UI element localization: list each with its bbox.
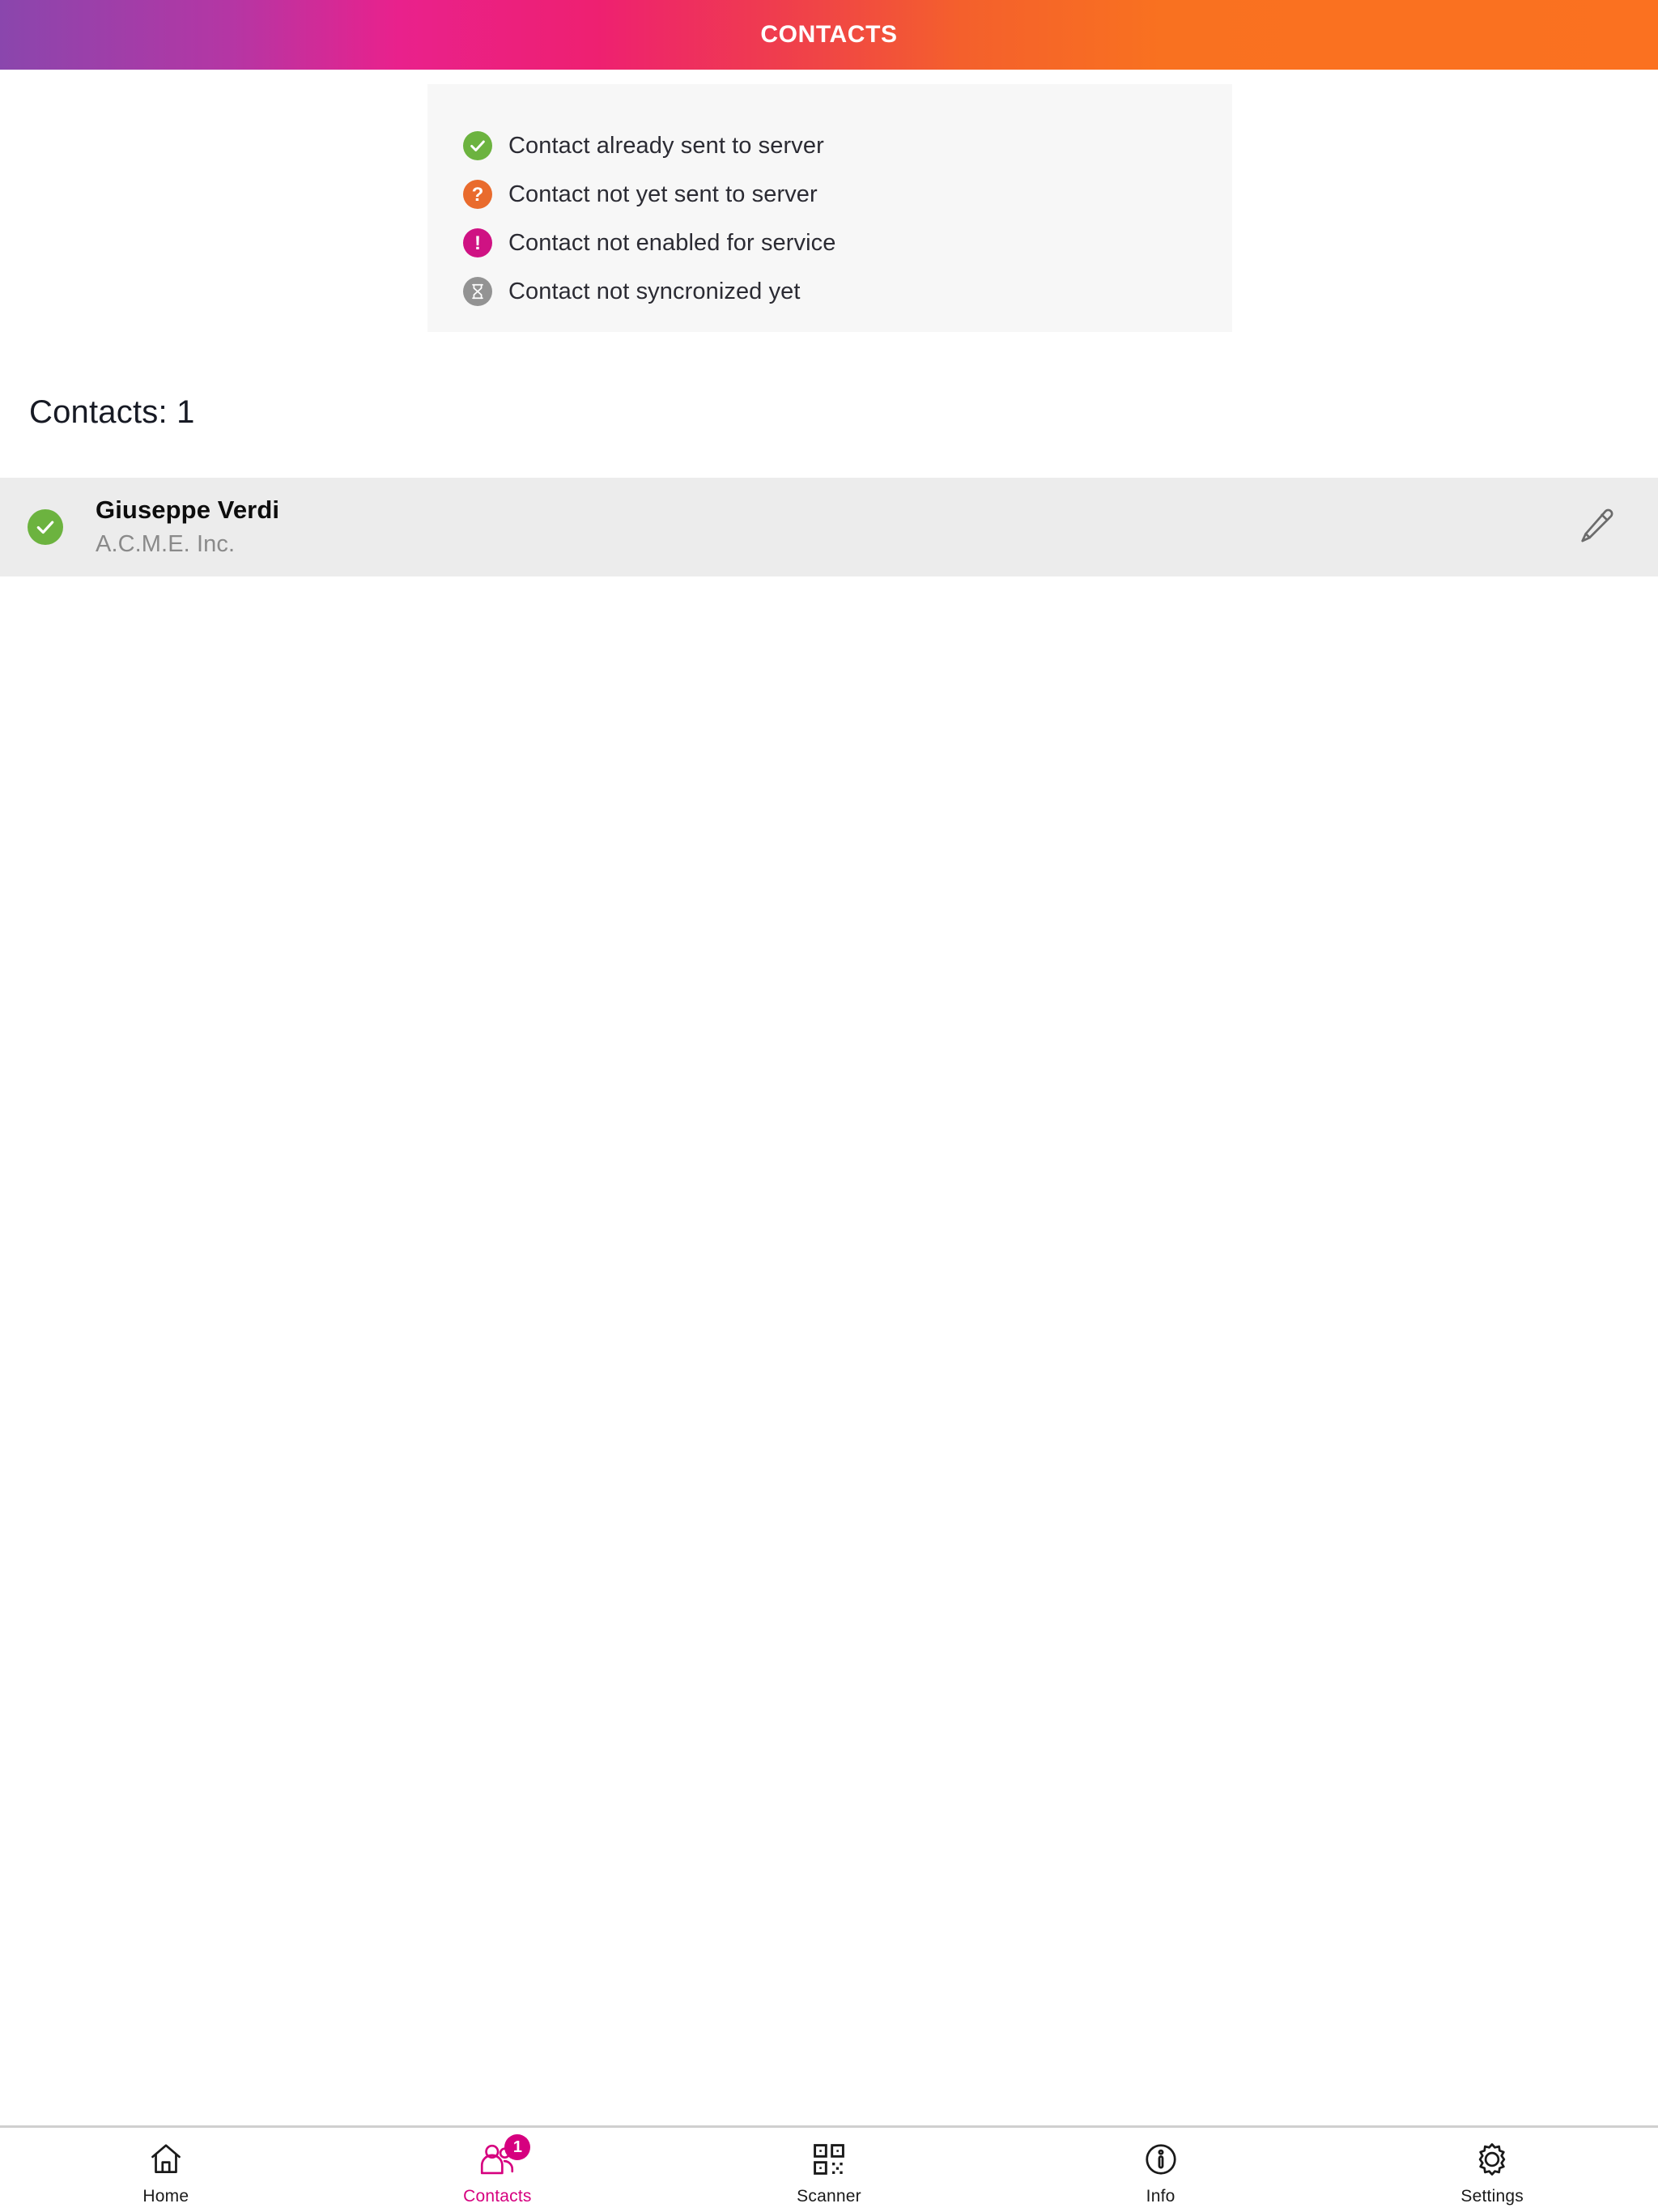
nav-item-label: Settings: [1460, 2187, 1524, 2206]
svg-text:?: ?: [472, 184, 484, 206]
legend-item-label: Contact not enabled for service: [508, 229, 836, 256]
hourglass-circle-icon: [463, 277, 492, 306]
contact-name: Giuseppe Verdi: [96, 495, 280, 524]
gear-icon: [1469, 2138, 1516, 2181]
qr-code-icon: [806, 2138, 852, 2181]
contact-list: Giuseppe Verdi A.C.M.E. Inc.: [0, 478, 1658, 576]
nav-item-label: Scanner: [797, 2187, 861, 2206]
contacts-count-heading: Contacts: 1: [29, 394, 195, 430]
bottom-navigation-bar: Home 1 Contacts Scanner Info Settings: [0, 2125, 1658, 2212]
nav-item-home[interactable]: Home: [0, 2128, 332, 2206]
check-circle-icon: [28, 509, 63, 545]
contact-company: A.C.M.E. Inc.: [96, 530, 236, 557]
legend-item-not-yet-sent: ? Contact not yet sent to server: [463, 170, 1232, 219]
contact-text-block: Giuseppe Verdi A.C.M.E. Inc.: [96, 495, 1571, 559]
question-circle-icon: ?: [463, 180, 492, 209]
check-circle-icon: [463, 131, 492, 160]
nav-item-settings[interactable]: Settings: [1326, 2128, 1658, 2206]
legend-item-label: Contact not yet sent to server: [508, 181, 818, 207]
contacts-badge-count: 1: [504, 2134, 531, 2160]
legend-item-not-enabled: ! Contact not enabled for service: [463, 219, 1232, 267]
status-legend-card: Contact already sent to server ? Contact…: [427, 84, 1232, 332]
info-icon: [1137, 2138, 1184, 2181]
pencil-edit-icon[interactable]: [1571, 501, 1622, 553]
legend-item-label: Contact already sent to server: [508, 132, 824, 159]
table-row[interactable]: Giuseppe Verdi A.C.M.E. Inc.: [0, 478, 1658, 576]
legend-item-not-synced: Contact not syncronized yet: [463, 267, 1232, 316]
legend-item-label: Contact not syncronized yet: [508, 278, 801, 304]
nav-item-label: Home: [142, 2187, 189, 2206]
nav-item-scanner[interactable]: Scanner: [663, 2128, 995, 2206]
exclamation-circle-icon: !: [463, 228, 492, 257]
home-icon: [142, 2138, 189, 2181]
nav-item-label: Info: [1146, 2187, 1175, 2206]
legend-item-sent: Contact already sent to server: [463, 121, 1232, 170]
svg-text:!: !: [474, 232, 481, 254]
page-title: CONTACTS: [760, 21, 898, 48]
contacts-icon: 1: [474, 2134, 531, 2181]
nav-item-label: Contacts: [463, 2187, 532, 2206]
nav-item-info[interactable]: Info: [995, 2128, 1327, 2206]
nav-item-contacts[interactable]: 1 Contacts: [332, 2128, 664, 2206]
app-header: CONTACTS: [0, 0, 1658, 70]
